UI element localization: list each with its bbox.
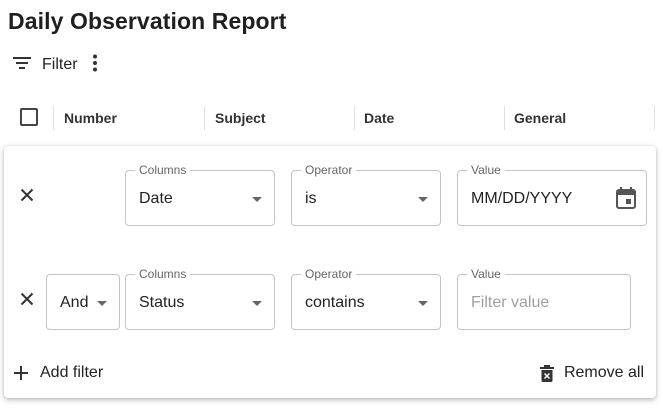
column-separator (654, 106, 655, 130)
dropdown-arrow-icon (252, 197, 262, 202)
operator-select[interactable]: Operator contains (291, 266, 441, 330)
filter-panel-actions: Add filter Remove all (4, 364, 656, 388)
close-icon (20, 188, 34, 207)
dropdown-arrow-icon (252, 301, 262, 306)
filter-value-input[interactable]: Value Filter value (457, 266, 631, 330)
column-separator (53, 106, 54, 130)
operator-select-value: is (305, 190, 317, 207)
column-separator (504, 106, 505, 130)
logic-operator-select[interactable]: And (46, 274, 120, 330)
filter-panel: Columns Date Operator is Value MM/DD/YYY… (4, 146, 656, 398)
column-select-value: Date (139, 190, 173, 207)
more-options-button[interactable] (92, 54, 98, 77)
operator-select-label: Operator (301, 266, 357, 282)
date-value-input[interactable]: Value MM/DD/YYYY (457, 162, 647, 226)
add-filter-label: Add filter (40, 364, 104, 381)
column-header-date[interactable]: Date (364, 97, 394, 139)
logic-operator-value: And (60, 294, 89, 311)
column-select[interactable]: Columns Date (125, 162, 275, 226)
table-header-row: Number Subject Date General (0, 97, 663, 139)
filter-list-icon (12, 56, 32, 75)
operator-select-label: Operator (301, 162, 357, 178)
operator-select[interactable]: Operator is (291, 162, 441, 226)
remove-all-label: Remove all (563, 364, 644, 381)
value-input-label: Value (467, 266, 505, 282)
plus-icon (14, 366, 28, 380)
column-separator (204, 106, 205, 130)
column-select[interactable]: Columns Status (125, 266, 275, 330)
operator-select-value: contains (305, 294, 365, 311)
column-select-label: Columns (135, 266, 191, 282)
column-select-value: Status (139, 294, 185, 311)
delete-filter-button[interactable] (15, 289, 39, 313)
calendar-icon[interactable] (616, 187, 636, 214)
column-separator (354, 106, 355, 130)
column-select-label: Columns (135, 162, 191, 178)
column-header-subject[interactable]: Subject (215, 97, 266, 139)
close-icon (20, 292, 34, 311)
value-input-placeholder: Filter value (471, 294, 550, 311)
remove-all-button[interactable]: Remove all (539, 364, 644, 382)
add-filter-button[interactable]: Add filter (14, 364, 103, 382)
dropdown-arrow-icon (418, 197, 428, 202)
column-header-general[interactable]: General (514, 97, 566, 139)
delete-forever-icon (539, 364, 554, 382)
page-title: Daily Observation Report (8, 8, 287, 34)
filter-button[interactable]: Filter (12, 56, 78, 75)
select-all-checkbox[interactable] (20, 108, 38, 126)
filter-button-label: Filter (42, 56, 78, 73)
dropdown-arrow-icon (418, 301, 428, 306)
dropdown-arrow-icon (97, 301, 107, 306)
value-input-text: MM/DD/YYYY (471, 190, 573, 207)
more-vert-icon (92, 54, 98, 77)
value-input-label: Value (467, 162, 505, 178)
toolbar: Filter (12, 52, 98, 78)
column-header-number[interactable]: Number (64, 97, 117, 139)
delete-filter-button[interactable] (15, 185, 39, 209)
